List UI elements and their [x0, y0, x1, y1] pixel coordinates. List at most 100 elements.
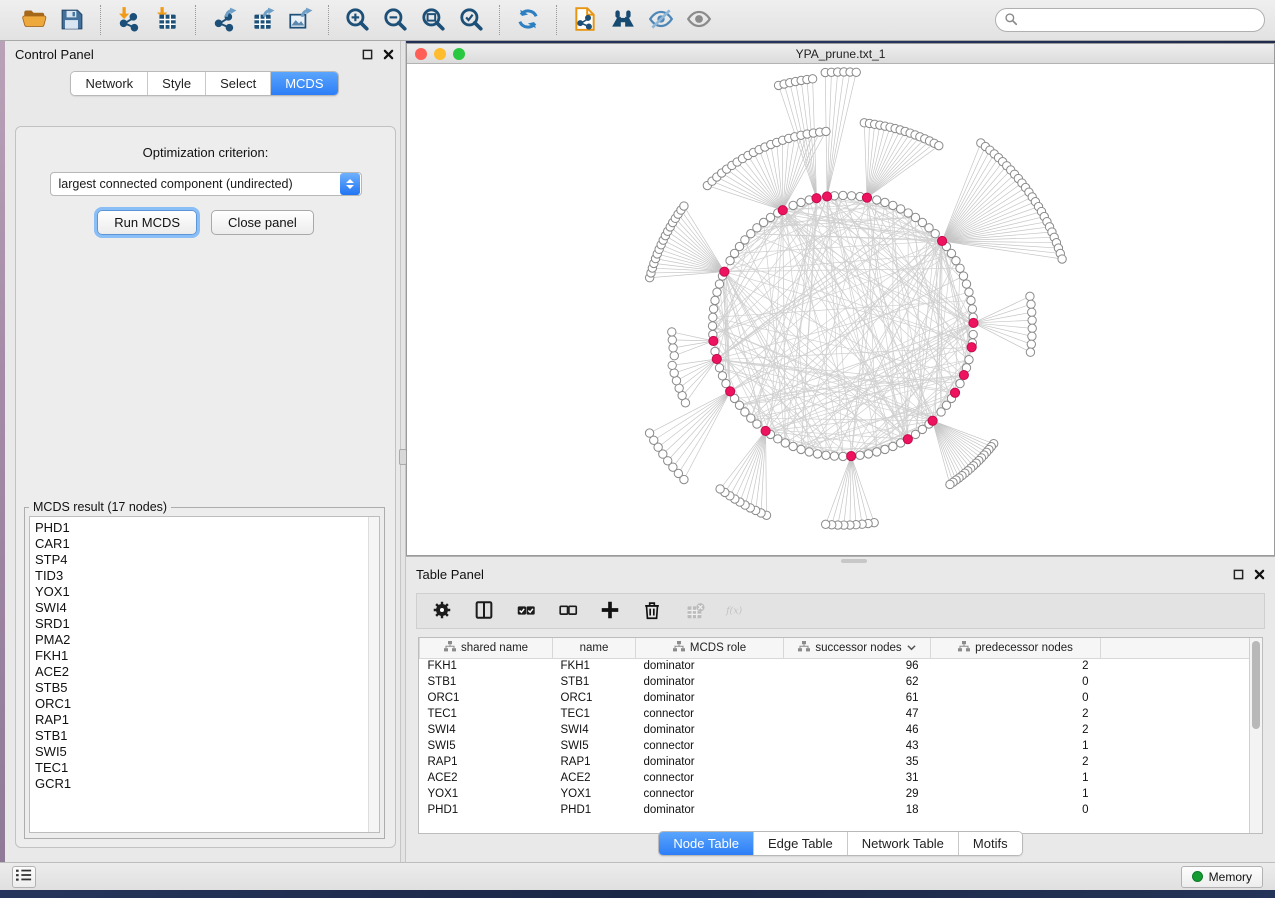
close-panel-button[interactable]: Close panel: [211, 210, 314, 235]
zoom-in-button[interactable]: [341, 4, 373, 36]
find-button[interactable]: [607, 4, 639, 36]
mcds-node-item[interactable]: YOX1: [35, 584, 368, 600]
node-table[interactable]: shared namenameMCDS rolesuccessor nodesp…: [419, 638, 1249, 818]
network-file-button[interactable]: [569, 4, 601, 36]
table-scrollbar[interactable]: [1249, 638, 1262, 833]
show-graphics-icon: [686, 6, 712, 35]
add-entry-button[interactable]: [597, 598, 623, 624]
mcds-node-item[interactable]: TID3: [35, 568, 368, 584]
tab-motifs[interactable]: Motifs: [959, 832, 1022, 855]
table-row[interactable]: SWI4SWI4dominator462: [420, 722, 1250, 738]
table-scrollbar-thumb[interactable]: [1252, 641, 1260, 729]
mcds-node-item[interactable]: SWI4: [35, 600, 368, 616]
float-panel-icon[interactable]: [362, 49, 373, 60]
tab-edge-table[interactable]: Edge Table: [754, 832, 848, 855]
column-header-shared-name[interactable]: shared name: [420, 638, 553, 658]
table-row[interactable]: STB1STB1dominator620: [420, 674, 1250, 690]
mcds-node-item[interactable]: SWI5: [35, 744, 368, 760]
close-table-panel-icon[interactable]: [1254, 569, 1265, 580]
zoom-out-button[interactable]: [379, 4, 411, 36]
mcds-node-item[interactable]: PMA2: [35, 632, 368, 648]
tab-network-table[interactable]: Network Table: [848, 832, 959, 855]
memory-status-icon: [1192, 871, 1203, 882]
search-input[interactable]: [1023, 13, 1256, 27]
mcds-node-item[interactable]: GCR1: [35, 776, 368, 792]
hide-graphics-button[interactable]: [645, 4, 677, 36]
mcds-node-item[interactable]: ORC1: [35, 696, 368, 712]
tab-network[interactable]: Network: [71, 72, 148, 95]
tab-mcds[interactable]: MCDS: [271, 72, 337, 95]
export-image-button[interactable]: [284, 4, 316, 36]
delete-entry-button[interactable]: [639, 598, 665, 624]
add-entry-icon: [599, 599, 621, 624]
table-row[interactable]: YOX1YOX1connector291: [420, 786, 1250, 802]
mcds-node-item[interactable]: TEC1: [35, 760, 368, 776]
import-table-button[interactable]: [151, 4, 183, 36]
table-row[interactable]: SWI5SWI5connector431: [420, 738, 1250, 754]
tab-select[interactable]: Select: [206, 72, 271, 95]
run-mcds-button[interactable]: Run MCDS: [97, 210, 197, 235]
task-history-button[interactable]: [12, 866, 36, 888]
function-builder-button[interactable]: f(x): [723, 598, 749, 624]
export-table-icon: [249, 6, 275, 35]
save-session-button[interactable]: [56, 4, 88, 36]
refresh-layout-button[interactable]: [512, 4, 544, 36]
deselect-all-button[interactable]: [555, 598, 581, 624]
network-canvas[interactable]: [407, 65, 1274, 555]
memory-button[interactable]: Memory: [1181, 866, 1263, 888]
show-columns-button[interactable]: [471, 598, 497, 624]
result-scrollbar[interactable]: [368, 517, 379, 832]
import-network-button[interactable]: [113, 4, 145, 36]
mcds-result-list[interactable]: PHD1CAR1STP4TID3YOX1SWI4SRD1PMA2FKH1ACE2…: [30, 517, 368, 832]
column-header-predecessor-nodes[interactable]: predecessor nodes: [931, 638, 1101, 658]
mcds-node-item[interactable]: STB1: [35, 728, 368, 744]
destroy-table-button[interactable]: [681, 598, 707, 624]
select-all-icon: [515, 599, 537, 624]
destroy-table-icon: [683, 599, 705, 624]
select-all-button[interactable]: [513, 598, 539, 624]
chevron-down-icon[interactable]: [907, 642, 916, 654]
search-box[interactable]: [995, 8, 1265, 32]
find-icon: [610, 6, 636, 35]
criterion-dropdown[interactable]: largest connected component (undirected): [50, 172, 362, 196]
mcds-node-item[interactable]: STP4: [35, 552, 368, 568]
column-header-MCDS-role[interactable]: MCDS role: [636, 638, 784, 658]
toolbar-separator: [195, 5, 196, 35]
column-header-name[interactable]: name: [553, 638, 636, 658]
attribute-icon: [673, 641, 685, 655]
table-row[interactable]: FKH1FKH1dominator962: [420, 658, 1250, 674]
table-row[interactable]: ORC1ORC1dominator610: [420, 690, 1250, 706]
zoom-selected-button[interactable]: [455, 4, 487, 36]
table-panel-drag-handle[interactable]: [841, 559, 867, 563]
table-row[interactable]: PHD1PHD1dominator180: [420, 802, 1250, 818]
tab-style[interactable]: Style: [148, 72, 206, 95]
zoom-fit-icon: [420, 6, 446, 35]
function-builder-icon: f(x): [725, 599, 747, 624]
mcds-node-item[interactable]: ACE2: [35, 664, 368, 680]
open-file-button[interactable]: [18, 4, 50, 36]
table-row[interactable]: RAP1RAP1dominator352: [420, 754, 1250, 770]
mcds-node-item[interactable]: SRD1: [35, 616, 368, 632]
export-network-button[interactable]: [208, 4, 240, 36]
float-table-panel-icon[interactable]: [1233, 569, 1244, 580]
mcds-node-item[interactable]: RAP1: [35, 712, 368, 728]
table-row[interactable]: ACE2ACE2connector311: [420, 770, 1250, 786]
toolbar-separator: [328, 5, 329, 35]
open-file-icon: [21, 6, 47, 35]
mcds-node-item[interactable]: CAR1: [35, 536, 368, 552]
table-settings-button[interactable]: [429, 598, 455, 624]
close-panel-icon[interactable]: [383, 49, 394, 60]
mcds-node-item[interactable]: FKH1: [35, 648, 368, 664]
show-graphics-button[interactable]: [683, 4, 715, 36]
export-table-button[interactable]: [246, 4, 278, 36]
network-titlebar[interactable]: YPA_prune.txt_1: [407, 44, 1274, 64]
network-graph[interactable]: [407, 65, 1274, 555]
zoom-fit-button[interactable]: [417, 4, 449, 36]
table-row[interactable]: TEC1TEC1connector472: [420, 706, 1250, 722]
column-header-successor-nodes[interactable]: successor nodes: [784, 638, 931, 658]
task-list-icon: [16, 868, 32, 885]
zoom-out-icon: [382, 6, 408, 35]
mcds-node-item[interactable]: STB5: [35, 680, 368, 696]
mcds-node-item[interactable]: PHD1: [35, 520, 368, 536]
tab-node-table[interactable]: Node Table: [659, 832, 754, 855]
